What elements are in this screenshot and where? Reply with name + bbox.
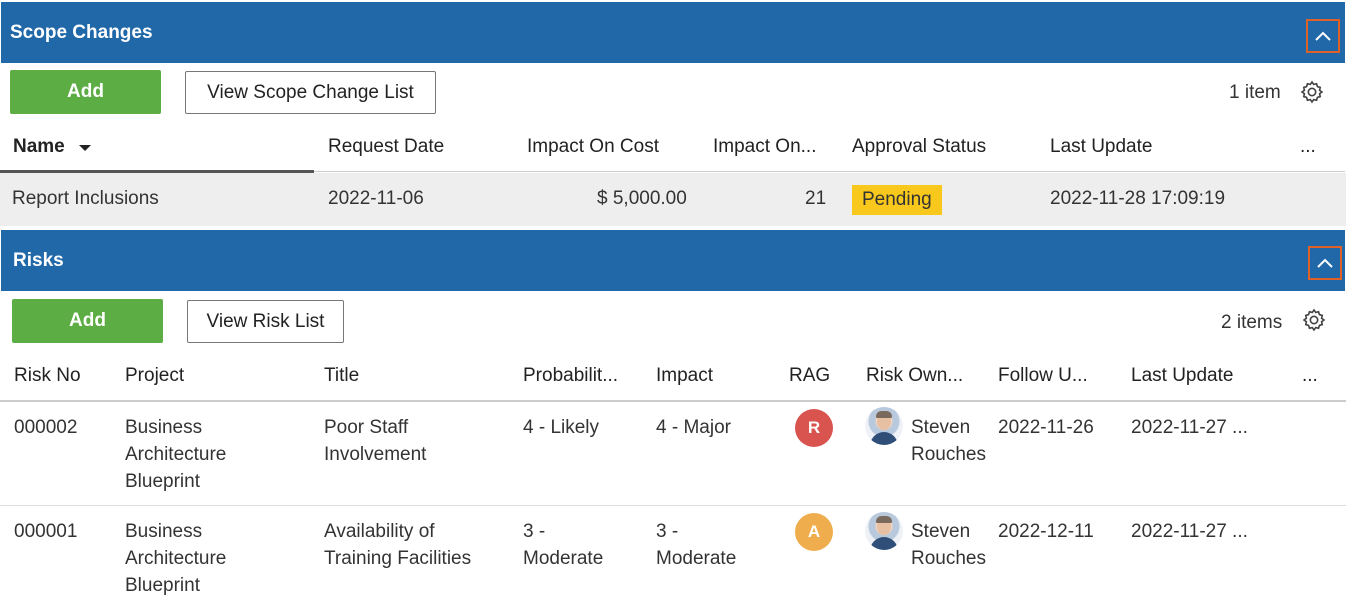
view-scope-change-list-button[interactable]: View Scope Change List — [185, 71, 436, 114]
caret-down-icon — [79, 145, 91, 151]
scope-changes-header: Scope Changes — [1, 2, 1345, 63]
column-header-rag[interactable]: RAG — [789, 365, 830, 387]
column-header-last-update[interactable]: Last Update — [1050, 136, 1152, 158]
column-header-title[interactable]: Title — [324, 365, 359, 387]
scope-collapse-button[interactable] — [1306, 19, 1340, 53]
table-row[interactable]: 000001 Business Architecture Blueprint A… — [0, 507, 1346, 609]
chevron-up-icon — [1315, 31, 1331, 41]
column-header-probability[interactable]: Probabilit... — [523, 365, 618, 387]
cell-project: Business Architecture Blueprint — [125, 417, 227, 492]
cell-risk-no[interactable]: 000001 — [14, 518, 77, 545]
column-header-project[interactable]: Project — [125, 365, 184, 387]
status-badge: Pending — [852, 185, 942, 215]
column-header-risk-no[interactable]: Risk No — [14, 365, 81, 387]
cell-project: Business Architecture Blueprint — [125, 521, 227, 596]
cell-title: Poor Staff Involvement — [324, 417, 427, 465]
column-header-follow-up[interactable]: Follow U... — [998, 365, 1088, 387]
risks-title: Risks — [13, 250, 64, 271]
column-header-risk-owner[interactable]: Risk Own... — [866, 365, 963, 387]
header-divider — [314, 171, 1345, 172]
cell-impact-on-cost: $ 5,000.00 — [597, 188, 687, 209]
column-header-last-update[interactable]: Last Update — [1131, 365, 1233, 387]
risks-header: Risks — [1, 230, 1345, 291]
column-header-impact-on-cost[interactable]: Impact On Cost — [527, 136, 659, 158]
cell-follow-up: 2022-11-26 — [998, 417, 1094, 438]
cell-impact-on: 21 — [805, 188, 827, 209]
risks-add-button[interactable]: Add — [12, 299, 163, 343]
cell-last-update: 2022-11-28 17:09:19 — [1050, 188, 1226, 209]
column-header-name[interactable]: Name — [13, 136, 65, 158]
table-row[interactable]: 000002 Business Architecture Blueprint P… — [0, 402, 1346, 506]
cell-probability: 3 - Moderate — [523, 521, 604, 569]
gear-icon[interactable] — [1299, 79, 1325, 105]
column-header-more[interactable]: ... — [1300, 136, 1316, 158]
cell-last-update: 2022-11-27 ... — [1131, 417, 1248, 438]
risks-item-count: 2 items — [1221, 312, 1283, 333]
column-header-approval-status[interactable]: Approval Status — [852, 136, 986, 158]
chevron-up-icon — [1317, 258, 1333, 268]
column-header-request-date[interactable]: Request Date — [328, 136, 444, 158]
cell-title: Availability of Training Facilities — [324, 521, 472, 569]
avatar — [865, 512, 903, 550]
view-risk-list-button[interactable]: View Risk List — [187, 300, 344, 343]
cell-request-date: 2022-11-06 — [328, 188, 424, 209]
scope-add-button[interactable]: Add — [10, 70, 161, 114]
column-header-more[interactable]: ... — [1302, 365, 1318, 387]
cell-impact: 3 - Moderate — [656, 521, 737, 569]
cell-risk-owner: Steven Rouches — [911, 417, 986, 465]
risks-collapse-button[interactable] — [1308, 246, 1342, 280]
rag-badge-amber: A — [795, 513, 833, 551]
gear-icon[interactable] — [1301, 307, 1327, 333]
cell-risk-owner: Steven Rouches — [911, 521, 986, 569]
rag-badge-red: R — [795, 409, 833, 447]
cell-follow-up: 2022-12-11 — [998, 521, 1094, 542]
cell-impact: 4 - Major — [656, 417, 731, 438]
column-header-impact-on[interactable]: Impact On... — [713, 136, 816, 158]
cell-probability: 4 - Likely — [523, 417, 600, 438]
scope-item-count: 1 item — [1229, 82, 1281, 103]
cell-risk-no[interactable]: 000002 — [14, 414, 77, 441]
cell-name[interactable]: Report Inclusions — [12, 185, 159, 212]
scope-changes-title: Scope Changes — [10, 22, 153, 43]
table-row[interactable]: Report Inclusions 2022-11-06 $ 5,000.00 … — [0, 173, 1346, 226]
cell-last-update: 2022-11-27 ... — [1131, 521, 1248, 542]
column-header-impact[interactable]: Impact — [656, 365, 713, 387]
avatar — [865, 407, 903, 445]
